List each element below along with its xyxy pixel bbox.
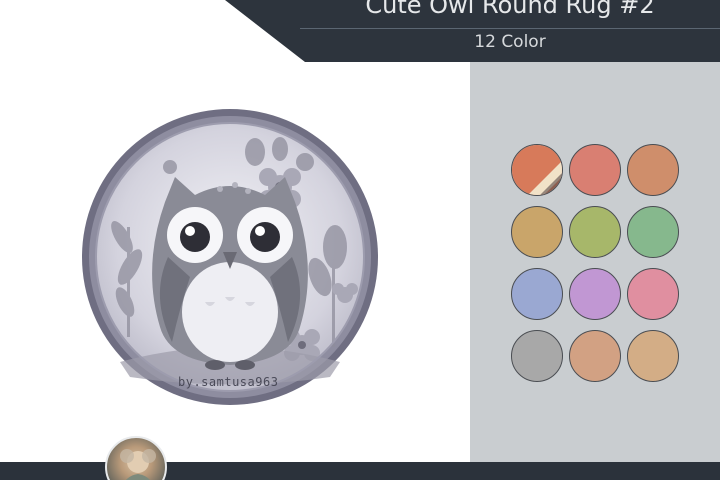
owl-rug-image <box>82 109 378 405</box>
owl <box>152 177 308 370</box>
avatar-portrait <box>120 449 156 480</box>
swatch-pink[interactable] <box>627 268 679 320</box>
swatch-terracotta[interactable] <box>627 144 679 196</box>
swatch-olive-green[interactable] <box>569 206 621 258</box>
creator-avatar[interactable] <box>105 436 167 480</box>
swatch-mustard[interactable] <box>511 206 563 258</box>
swatch-periwinkle[interactable] <box>511 268 563 320</box>
owl-belly <box>182 262 278 362</box>
multicolor-pattern <box>512 145 562 195</box>
header-divider <box>300 28 720 29</box>
product-title: Cute Owl Round Rug #2 <box>365 0 655 19</box>
swatch-sand[interactable] <box>627 330 679 382</box>
swatch-salmon[interactable] <box>569 144 621 196</box>
artist-signature: by.samtusa963 <box>178 375 279 389</box>
color-count-label: 12 Color <box>474 32 546 52</box>
swatch-gray[interactable] <box>511 330 563 382</box>
swatch-lilac[interactable] <box>569 268 621 320</box>
swatch-original-multicolor[interactable] <box>511 144 563 196</box>
swatch-sage-green[interactable] <box>627 206 679 258</box>
header-banner: Cute Owl Round Rug #2 12 Color <box>0 0 720 62</box>
swatch-peach[interactable] <box>569 330 621 382</box>
color-swatch-panel <box>470 62 720 462</box>
